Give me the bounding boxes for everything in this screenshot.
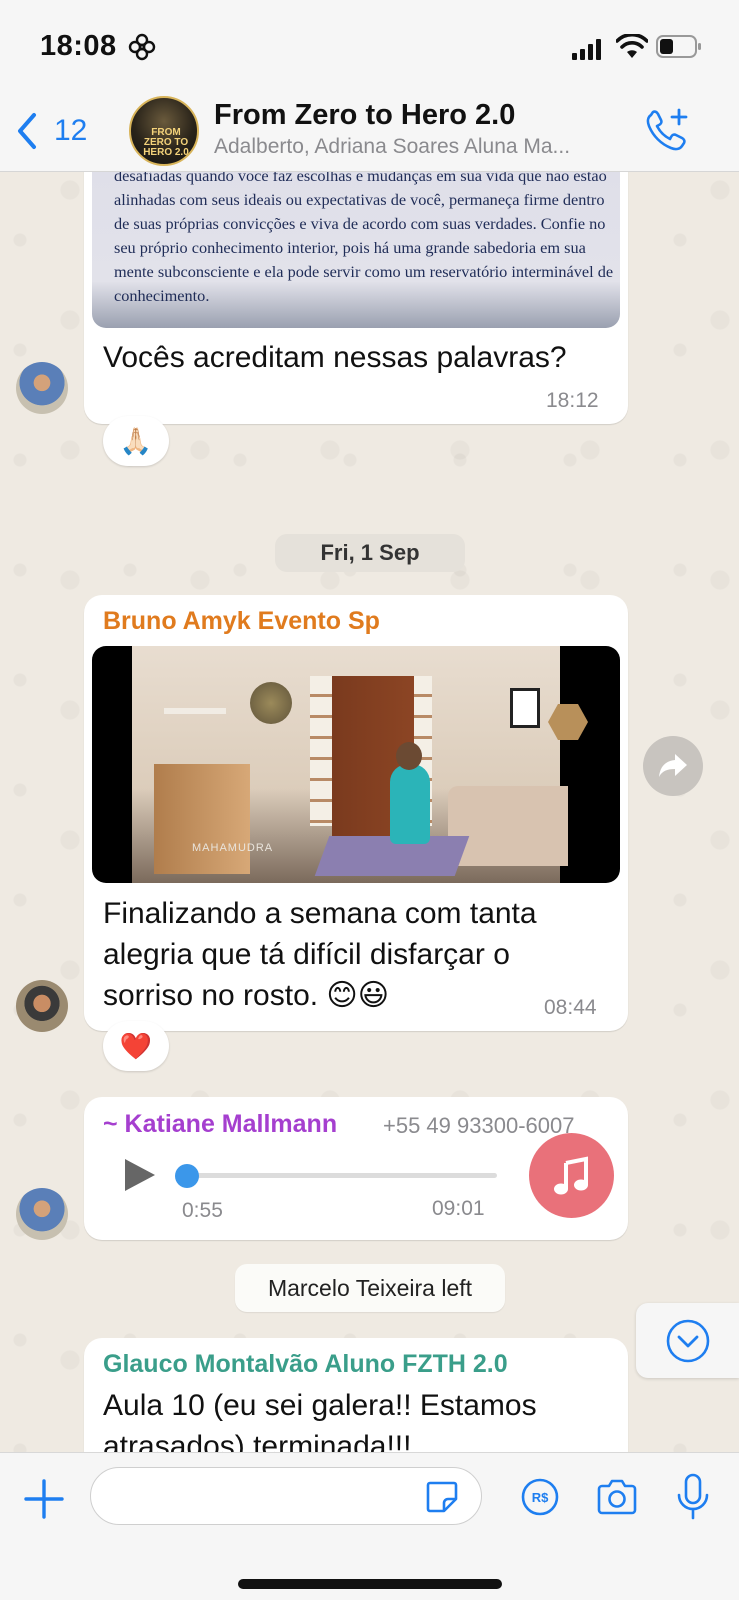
play-icon[interactable]	[119, 1155, 159, 1195]
svg-text:R$: R$	[532, 1490, 549, 1505]
group-members[interactable]: Adalberto, Adriana Soares Aluna Ma...	[214, 135, 570, 159]
video-shelf	[164, 708, 226, 714]
audio-progress-track[interactable]	[181, 1173, 497, 1178]
sender-name[interactable]: Bruno Amyk Evento Sp	[103, 607, 380, 636]
chevron-down-circle-icon	[666, 1319, 709, 1362]
video-gong	[250, 682, 292, 724]
audio-badge	[529, 1133, 614, 1218]
quoted-image-text: desafiadas quando você faz escolhas e mu…	[114, 172, 614, 305]
forward-button[interactable]	[643, 736, 703, 796]
sender-name[interactable]: Glauco Montalvão Aluno FZTH 2.0	[103, 1350, 508, 1379]
focus-flower-icon	[128, 33, 156, 61]
cellular-signal-icon	[572, 39, 601, 60]
date-separator: Fri, 1 Sep	[275, 534, 465, 572]
attach-plus-icon[interactable]	[22, 1477, 66, 1521]
message-text: Finalizando a semana com tanta alegria q…	[103, 897, 537, 1012]
video-picture-frame	[510, 688, 540, 728]
audio-elapsed: 0:55	[182, 1199, 223, 1222]
group-avatar-logo: FROM ZERO TO HERO 2.0	[143, 127, 189, 158]
add-call-icon[interactable]	[643, 107, 691, 153]
chevron-left-icon	[18, 113, 36, 149]
video-person-head	[396, 742, 422, 770]
video-watermark: MAHAMUDRA	[192, 842, 274, 854]
forward-icon	[659, 754, 687, 777]
message-time: 09:01	[432, 1197, 485, 1220]
video-thumbnail[interactable]: MAHAMUDRA	[92, 646, 620, 883]
message-text: Vocês acreditam nessas palavras?	[103, 341, 567, 374]
group-avatar[interactable]: FROM ZERO TO HERO 2.0	[129, 96, 199, 166]
message-time: 08:44	[544, 996, 597, 1019]
avatar[interactable]	[16, 362, 68, 414]
composer-bar: R$	[0, 1452, 739, 1600]
sticker-icon[interactable]	[424, 1479, 460, 1515]
microphone-icon[interactable]	[676, 1473, 710, 1521]
system-message: Marcelo Teixeira left	[235, 1264, 505, 1312]
sender-phone: +55 49 93300-6007	[383, 1113, 575, 1138]
camera-icon[interactable]	[595, 1477, 639, 1517]
status-time: 18:08	[40, 30, 117, 62]
payment-icon[interactable]: R$	[520, 1477, 560, 1517]
message-time: 18:12	[546, 389, 599, 412]
video-sofa	[448, 786, 568, 866]
back-button[interactable]: 12	[14, 108, 87, 154]
avatar[interactable]	[16, 1188, 68, 1240]
quoted-image[interactable]: desafiadas quando você faz escolhas e mu…	[92, 172, 620, 328]
sender-name[interactable]: ~ Katiane Mallmann	[103, 1110, 337, 1139]
message-reaction[interactable]: 🙏🏻	[103, 416, 169, 466]
message-reaction[interactable]: ❤️	[103, 1021, 169, 1071]
video-person	[390, 764, 430, 844]
music-note-icon	[553, 1156, 588, 1194]
video-cabinet	[154, 764, 250, 874]
unread-count: 12	[54, 114, 88, 147]
video-door-window	[310, 676, 332, 826]
scroll-to-bottom-button[interactable]	[636, 1303, 739, 1378]
avatar[interactable]	[16, 980, 68, 1032]
video-frame: MAHAMUDRA	[132, 646, 588, 883]
status-bar: 18:08	[0, 0, 739, 90]
wifi-icon	[616, 34, 648, 58]
home-indicator	[238, 1579, 502, 1589]
battery-icon	[656, 35, 701, 58]
group-title[interactable]: From Zero to Hero 2.0	[214, 99, 515, 132]
video-hexagon-decor	[548, 704, 588, 740]
chat-header: 18:08 12 FROM ZERO TO HERO 2.0 From Zero…	[0, 0, 739, 172]
